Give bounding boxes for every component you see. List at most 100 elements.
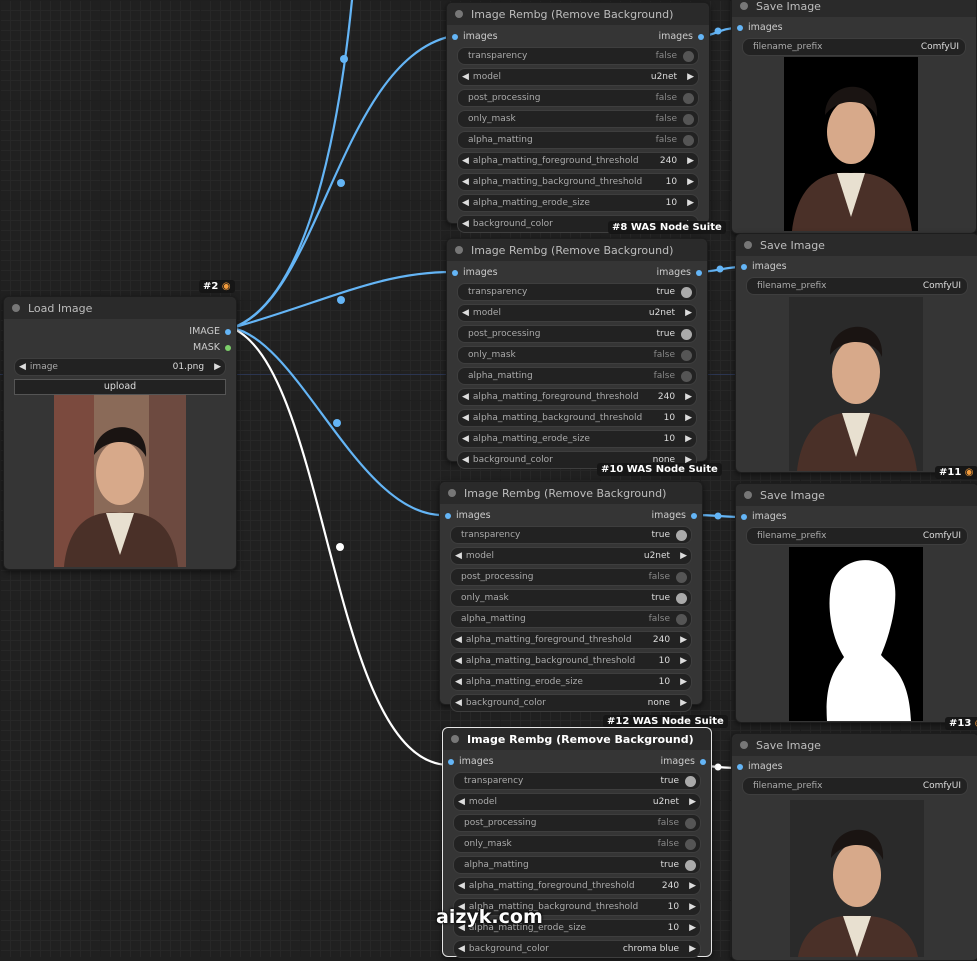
widget-model[interactable]: ◀ model u2net ▶: [457, 304, 697, 322]
node-header[interactable]: Load Image: [4, 297, 236, 319]
upload-button[interactable]: upload: [14, 379, 226, 395]
toggle-icon[interactable]: [683, 92, 694, 104]
arrow-left-icon[interactable]: ◀: [458, 156, 473, 166]
widget-model[interactable]: ◀ model u2net ▶: [450, 547, 692, 565]
arrow-left-icon[interactable]: ◀: [451, 698, 466, 708]
widget-color[interactable]: ◀ background_color none ▶: [450, 694, 692, 712]
node-header[interactable]: Save Image: [732, 734, 977, 756]
arrow-left-icon[interactable]: ◀: [458, 72, 473, 82]
widget-post-processing[interactable]: post_processing false: [457, 89, 699, 107]
input-port-images[interactable]: [448, 759, 454, 765]
collapse-dot-icon[interactable]: [744, 241, 752, 249]
arrow-right-icon[interactable]: ▶: [685, 797, 700, 807]
toggle-icon[interactable]: [685, 859, 696, 871]
widget-alpha-matting[interactable]: alpha_matting true: [453, 856, 701, 874]
output-port-images[interactable]: [696, 270, 702, 276]
node-header[interactable]: Image Rembg (Remove Background): [447, 3, 709, 25]
widget-alpha-matting[interactable]: alpha_matting false: [450, 610, 692, 628]
toggle-icon[interactable]: [685, 838, 696, 850]
widget-transparency[interactable]: transparency false: [457, 47, 699, 65]
arrow-right-icon[interactable]: ▶: [685, 902, 700, 912]
arrow-right-icon[interactable]: ▶: [683, 198, 698, 208]
collapse-dot-icon[interactable]: [451, 735, 459, 743]
widget-fg[interactable]: ◀ alpha_matting_foreground_threshold 240…: [457, 388, 697, 406]
widget-bg[interactable]: ◀ alpha_matting_background_threshold 10 …: [457, 173, 699, 191]
arrow-left-icon[interactable]: ◀: [458, 198, 473, 208]
arrow-right-icon[interactable]: ▶: [685, 944, 700, 954]
arrow-right-icon[interactable]: ▶: [681, 434, 696, 444]
collapse-dot-icon[interactable]: [740, 2, 748, 10]
input-port-images[interactable]: [445, 513, 451, 519]
arrow-left-icon[interactable]: ◀: [454, 944, 469, 954]
arrow-right-icon[interactable]: ▶: [681, 392, 696, 402]
toggle-icon[interactable]: [681, 328, 692, 340]
arrow-left-icon[interactable]: ◀: [458, 434, 473, 444]
arrow-right-icon[interactable]: ▶: [683, 177, 698, 187]
widget-erode[interactable]: ◀ alpha_matting_erode_size 10 ▶: [457, 194, 699, 212]
arrow-right-icon[interactable]: ▶: [681, 413, 696, 423]
collapse-dot-icon[interactable]: [12, 304, 20, 312]
arrow-left-icon[interactable]: ◀: [451, 551, 466, 561]
widget-fg[interactable]: ◀ alpha_matting_foreground_threshold 240…: [450, 631, 692, 649]
widget-bg[interactable]: ◀ alpha_matting_background_threshold 10 …: [457, 409, 697, 427]
arrow-left-icon[interactable]: ◀: [451, 656, 466, 666]
input-port-images[interactable]: [741, 514, 747, 520]
widget-post-processing[interactable]: post_processing false: [453, 814, 701, 832]
image-select-widget[interactable]: ◀ image 01.png ▶: [14, 358, 226, 376]
output-port-mask[interactable]: [225, 345, 231, 351]
widget-transparency[interactable]: transparency true: [453, 772, 701, 790]
widget-alpha-matting[interactable]: alpha_matting false: [457, 131, 699, 149]
input-port-images[interactable]: [452, 270, 458, 276]
arrow-left-icon[interactable]: ◀: [458, 455, 473, 465]
input-port-images[interactable]: [737, 764, 743, 770]
output-port-images[interactable]: [698, 34, 704, 40]
widget-post-processing[interactable]: post_processing true: [457, 325, 697, 343]
load-image-node[interactable]: Load Image IMAGE MASK ◀ image 01.png ▶ u…: [3, 296, 237, 570]
rembg-node[interactable]: Image Rembg (Remove Background) images i…: [446, 238, 708, 469]
node-header[interactable]: Image Rembg (Remove Background): [443, 728, 711, 750]
collapse-dot-icon[interactable]: [740, 741, 748, 749]
toggle-icon[interactable]: [683, 50, 694, 62]
toggle-icon[interactable]: [685, 775, 696, 787]
toggle-icon[interactable]: [681, 370, 692, 382]
toggle-icon[interactable]: [685, 817, 696, 829]
collapse-dot-icon[interactable]: [455, 246, 463, 254]
output-port-images[interactable]: [691, 513, 697, 519]
arrow-left-icon[interactable]: ◀: [458, 392, 473, 402]
toggle-icon[interactable]: [683, 134, 694, 146]
arrow-right-icon[interactable]: ▶: [683, 156, 698, 166]
collapse-dot-icon[interactable]: [744, 491, 752, 499]
widget-erode[interactable]: ◀ alpha_matting_erode_size 10 ▶: [450, 673, 692, 691]
arrow-right-icon[interactable]: ▶: [681, 308, 696, 318]
arrow-left-icon[interactable]: ◀: [15, 362, 30, 372]
arrow-right-icon[interactable]: ▶: [676, 551, 691, 561]
input-port-images[interactable]: [737, 25, 743, 31]
widget-transparency[interactable]: transparency true: [457, 283, 697, 301]
arrow-left-icon[interactable]: ◀: [458, 413, 473, 423]
toggle-icon[interactable]: [676, 571, 687, 583]
widget-only-mask[interactable]: only_mask false: [457, 346, 697, 364]
toggle-icon[interactable]: [681, 349, 692, 361]
collapse-dot-icon[interactable]: [455, 10, 463, 18]
filename-prefix-field[interactable]: filename_prefix ComfyUI: [746, 277, 968, 295]
widget-fg[interactable]: ◀ alpha_matting_foreground_threshold 240…: [453, 877, 701, 895]
arrow-left-icon[interactable]: ◀: [458, 177, 473, 187]
filename-prefix-field[interactable]: filename_prefix ComfyUI: [742, 777, 968, 795]
toggle-icon[interactable]: [676, 613, 687, 625]
widget-fg[interactable]: ◀ alpha_matting_foreground_threshold 240…: [457, 152, 699, 170]
arrow-left-icon[interactable]: ◀: [458, 308, 473, 318]
widget-bg[interactable]: ◀ alpha_matting_background_threshold 10 …: [450, 652, 692, 670]
toggle-icon[interactable]: [683, 113, 694, 125]
arrow-left-icon[interactable]: ◀: [451, 677, 466, 687]
arrow-left-icon[interactable]: ◀: [454, 881, 469, 891]
arrow-right-icon[interactable]: ▶: [685, 881, 700, 891]
node-header[interactable]: Save Image: [736, 234, 977, 256]
node-header[interactable]: Save Image: [732, 0, 976, 17]
filename-prefix-field[interactable]: filename_prefix ComfyUI: [746, 527, 968, 545]
toggle-icon[interactable]: [681, 286, 692, 298]
input-port-images[interactable]: [741, 264, 747, 270]
widget-erode[interactable]: ◀ alpha_matting_erode_size 10 ▶: [457, 430, 697, 448]
arrow-right-icon[interactable]: ▶: [685, 923, 700, 933]
widget-alpha-matting[interactable]: alpha_matting false: [457, 367, 697, 385]
node-header[interactable]: Image Rembg (Remove Background): [440, 482, 702, 504]
